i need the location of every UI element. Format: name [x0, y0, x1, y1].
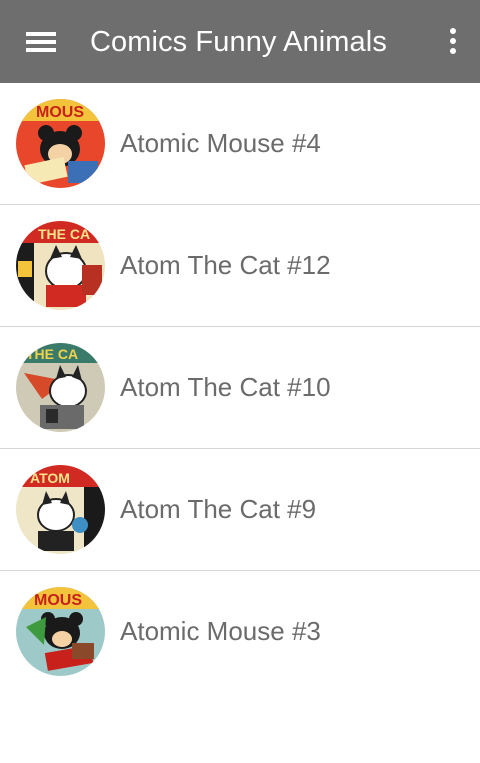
- comic-cover-thumbnail: ATOM: [16, 465, 105, 554]
- list-item[interactable]: MOUS Atomic Mouse #3: [0, 571, 480, 692]
- comic-title: Atom The Cat #12: [120, 250, 331, 280]
- hamburger-menu-icon[interactable]: [24, 28, 58, 56]
- app-bar: Comics Funny Animals: [0, 0, 480, 83]
- svg-text:MOUS: MOUS: [34, 592, 82, 609]
- app-title: Comics Funny Animals: [90, 26, 387, 58]
- list-item[interactable]: ATOM Atom The Cat #9: [0, 449, 480, 571]
- list-item[interactable]: THE CA Atom The Cat #10: [0, 327, 480, 449]
- comics-list: MOUS Atomic Mouse #4 THE CA Atom The Cat…: [0, 83, 480, 692]
- comic-title: Atomic Mouse #3: [120, 616, 321, 646]
- svg-text:ATOM: ATOM: [30, 470, 70, 486]
- svg-text:THE CA: THE CA: [26, 346, 78, 362]
- comic-title: Atom The Cat #9: [120, 494, 317, 524]
- svg-text:THE CA: THE CA: [38, 226, 90, 242]
- comic-cover-thumbnail: THE CA: [16, 221, 105, 310]
- more-vert-icon[interactable]: [446, 26, 460, 58]
- svg-text:MOUS: MOUS: [36, 104, 84, 121]
- comic-title: Atom The Cat #10: [120, 372, 331, 402]
- comic-cover-thumbnail: MOUS: [16, 99, 105, 188]
- comic-cover-thumbnail: THE CA: [16, 343, 105, 432]
- comic-title: Atomic Mouse #4: [120, 128, 321, 158]
- comic-cover-thumbnail: MOUS: [16, 587, 105, 676]
- list-item[interactable]: MOUS Atomic Mouse #4: [0, 83, 480, 205]
- list-item[interactable]: THE CA Atom The Cat #12: [0, 205, 480, 327]
